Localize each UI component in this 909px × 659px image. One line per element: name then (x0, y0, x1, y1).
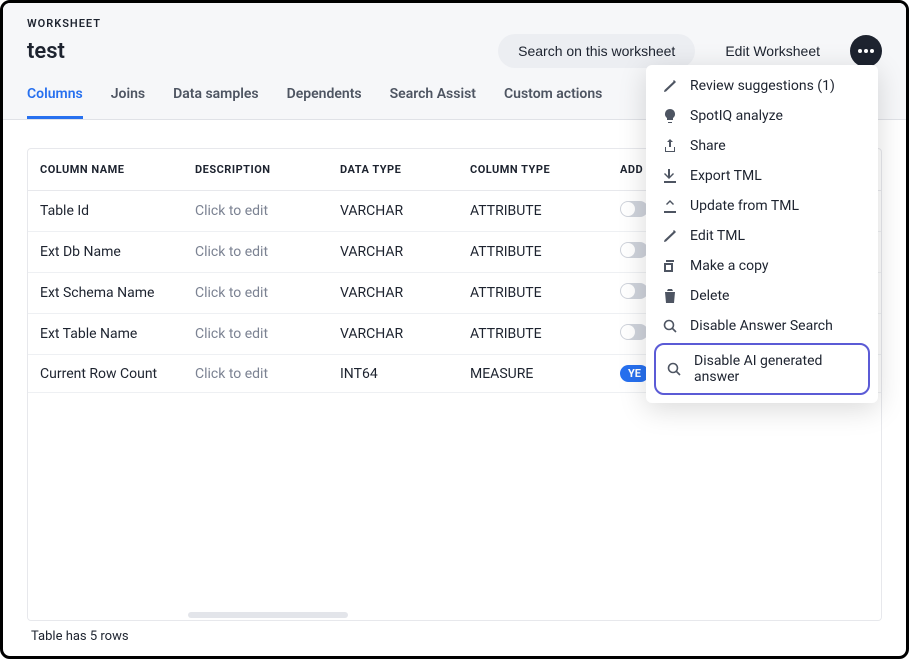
menu-item-label: Disable AI generated answer (694, 353, 858, 385)
cell-column-name[interactable]: Current Row Count (28, 355, 183, 393)
copy-icon (662, 258, 678, 274)
cell-column-type[interactable]: MEASURE (458, 355, 608, 393)
trash-icon (662, 288, 678, 304)
toggle-additive[interactable] (620, 201, 648, 217)
title-actions: Search on this worksheet Edit Worksheet (498, 34, 882, 68)
th-data-type[interactable]: DATA TYPE (328, 149, 458, 191)
menu-item-export-tml[interactable]: Export TML (646, 161, 878, 191)
toggle-additive[interactable] (620, 242, 648, 258)
menu-item-label: Export TML (690, 168, 762, 184)
pencil-icon (662, 78, 678, 94)
tab-data-samples[interactable]: Data samples (173, 86, 258, 119)
title-row: test Search on this worksheet Edit Works… (27, 34, 882, 68)
cell-data-type[interactable]: VARCHAR (328, 273, 458, 314)
table-empty-space (28, 393, 881, 610)
badge-yes: YE (620, 365, 649, 382)
menu-item-label: Share (690, 138, 726, 154)
cell-column-type[interactable]: ATTRIBUTE (458, 273, 608, 314)
cell-data-type[interactable]: VARCHAR (328, 232, 458, 273)
cell-description[interactable]: Click to edit (183, 314, 328, 355)
tab-custom-actions[interactable]: Custom actions (504, 86, 602, 119)
cell-column-name[interactable]: Ext Table Name (28, 314, 183, 355)
cell-description[interactable]: Click to edit (183, 355, 328, 393)
menu-item-share[interactable]: Share (646, 131, 878, 161)
toggle-additive[interactable] (620, 283, 648, 299)
tab-search-assist[interactable]: Search Assist (390, 86, 476, 119)
menu-item-label: SpotIQ analyze (690, 108, 783, 124)
th-description[interactable]: DESCRIPTION (183, 149, 328, 191)
menu-item-disable-answer-search[interactable]: Disable Answer Search (646, 311, 878, 341)
menu-item-label: Make a copy (690, 258, 769, 274)
cell-column-name[interactable]: Ext Schema Name (28, 273, 183, 314)
menu-item-label: Delete (690, 288, 729, 304)
tab-joins[interactable]: Joins (111, 86, 145, 119)
app-window: WORKSHEET test Search on this worksheet … (0, 0, 909, 659)
more-horizontal-icon (858, 49, 874, 53)
horizontal-scrollbar[interactable] (28, 610, 881, 620)
menu-item-review-suggestions-1[interactable]: Review suggestions (1) (646, 71, 878, 101)
cell-column-type[interactable]: ATTRIBUTE (458, 232, 608, 273)
tab-columns[interactable]: Columns (27, 86, 83, 119)
menu-item-disable-ai-generated-answer[interactable]: Disable AI generated answer (654, 343, 870, 395)
menu-item-label: Disable Answer Search (690, 318, 833, 334)
menu-item-label: Review suggestions (1) (690, 78, 835, 94)
menu-item-label: Edit TML (690, 228, 745, 244)
cell-column-type[interactable]: ATTRIBUTE (458, 314, 608, 355)
menu-item-edit-tml[interactable]: Edit TML (646, 221, 878, 251)
cell-column-name[interactable]: Table Id (28, 191, 183, 232)
cell-data-type[interactable]: VARCHAR (328, 191, 458, 232)
breadcrumb: WORKSHEET (27, 17, 882, 30)
menu-item-label: Update from TML (690, 198, 799, 214)
more-menu-button[interactable] (850, 35, 882, 67)
bulb-icon (662, 108, 678, 124)
menu-item-make-a-copy[interactable]: Make a copy (646, 251, 878, 281)
cell-data-type[interactable]: VARCHAR (328, 314, 458, 355)
th-column-type[interactable]: COLUMN TYPE (458, 149, 608, 191)
search-off-icon (666, 361, 682, 377)
edit-worksheet-button[interactable]: Edit Worksheet (705, 34, 840, 68)
search-off-icon (662, 318, 678, 334)
menu-item-update-from-tml[interactable]: Update from TML (646, 191, 878, 221)
search-worksheet-button[interactable]: Search on this worksheet (498, 34, 695, 68)
cell-column-name[interactable]: Ext Db Name (28, 232, 183, 273)
toggle-additive[interactable] (620, 324, 648, 340)
cell-column-type[interactable]: ATTRIBUTE (458, 191, 608, 232)
download-icon (662, 168, 678, 184)
pencil-icon (662, 228, 678, 244)
menu-item-delete[interactable]: Delete (646, 281, 878, 311)
cell-description[interactable]: Click to edit (183, 273, 328, 314)
row-count-footer: Table has 5 rows (27, 621, 882, 648)
share-icon (662, 138, 678, 154)
cell-description[interactable]: Click to edit (183, 191, 328, 232)
upload-icon (662, 198, 678, 214)
page-title: test (27, 39, 65, 64)
th-column-name[interactable]: COLUMN NAME (28, 149, 183, 191)
tab-dependents[interactable]: Dependents (287, 86, 362, 119)
menu-item-spotiq-analyze[interactable]: SpotIQ analyze (646, 101, 878, 131)
more-actions-menu: Review suggestions (1) SpotIQ analyze Shar… (646, 65, 878, 403)
cell-description[interactable]: Click to edit (183, 232, 328, 273)
cell-data-type[interactable]: INT64 (328, 355, 458, 393)
